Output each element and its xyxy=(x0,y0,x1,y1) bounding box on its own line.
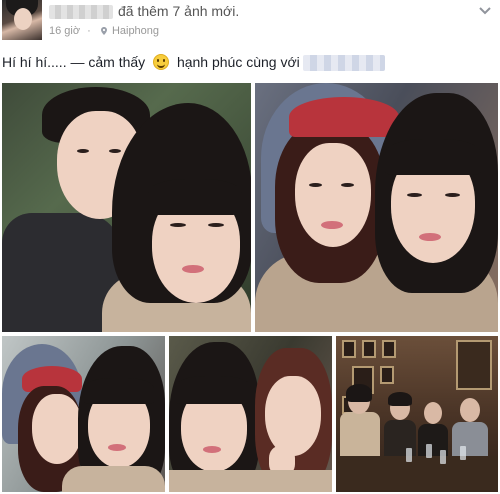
tagged-friend-redacted[interactable] xyxy=(303,55,385,71)
girl2-eye-right xyxy=(445,193,460,197)
girl1-eye-left xyxy=(309,183,322,187)
smiley-face-icon xyxy=(153,54,170,70)
author-name-redacted[interactable] xyxy=(49,5,113,19)
glass xyxy=(406,448,412,462)
sweater xyxy=(169,470,332,492)
photo-3[interactable] xyxy=(2,336,165,492)
girl2-lips xyxy=(419,233,441,241)
girl1-bangs xyxy=(175,376,251,404)
person-2-hair xyxy=(388,392,412,406)
post-status: Hí hí hí..... — cảm thấy hạnh phúc cùng … xyxy=(2,54,300,70)
meta-separator: · xyxy=(87,25,91,37)
post-action-text: đã thêm 7 ảnh mới. xyxy=(118,3,240,19)
person-4-head xyxy=(460,398,480,422)
wall-frame xyxy=(380,366,394,384)
photo-1[interactable] xyxy=(2,83,251,332)
glass xyxy=(460,446,466,460)
girl1-eye-right xyxy=(341,183,354,187)
feeling-text: hạnh phúc cùng với xyxy=(176,54,300,70)
photo-4[interactable] xyxy=(169,336,332,492)
girl2-bangs xyxy=(385,139,481,175)
location-pin-icon xyxy=(100,27,107,35)
glass xyxy=(426,444,432,458)
photo-2[interactable] xyxy=(255,83,498,332)
girl1-face xyxy=(32,394,82,464)
avatar[interactable] xyxy=(2,0,42,40)
girl-eye-right xyxy=(208,223,224,227)
post-location[interactable]: Haiphong xyxy=(112,25,159,37)
wall-frame xyxy=(342,340,356,358)
girl2-lips xyxy=(108,444,126,451)
man-eye-left xyxy=(77,149,89,153)
sweater xyxy=(62,466,165,492)
post-time[interactable]: 16 giờ xyxy=(49,25,80,37)
photo-5[interactable] xyxy=(336,336,498,492)
glass xyxy=(440,450,446,464)
girl2-face xyxy=(265,376,321,456)
avatar-face xyxy=(14,8,32,30)
person-3-head xyxy=(424,402,442,424)
person-1-hair xyxy=(346,384,372,402)
man-eye-right xyxy=(109,149,121,153)
status-text: Hí hí hí..... — cảm thấy xyxy=(2,54,146,70)
girl2-bangs xyxy=(84,378,154,404)
girl1-lips xyxy=(203,446,221,453)
facebook-post: đã thêm 7 ảnh mới. 16 giờ · Haiphong Hí … xyxy=(0,0,500,494)
girl-bangs xyxy=(148,179,242,215)
post-meta: 16 giờ · Haiphong xyxy=(49,25,159,37)
girl1-lips xyxy=(321,221,343,229)
wall-frame xyxy=(456,340,492,390)
girl-lips xyxy=(182,265,204,273)
wall-frame xyxy=(382,340,396,358)
girl-eye-left xyxy=(170,223,186,227)
wall-frame xyxy=(362,340,376,358)
chevron-down-icon[interactable] xyxy=(479,7,491,15)
girl1-face xyxy=(295,143,371,247)
red-cap xyxy=(289,97,399,137)
table xyxy=(336,456,498,492)
girl2-eye-left xyxy=(407,193,422,197)
